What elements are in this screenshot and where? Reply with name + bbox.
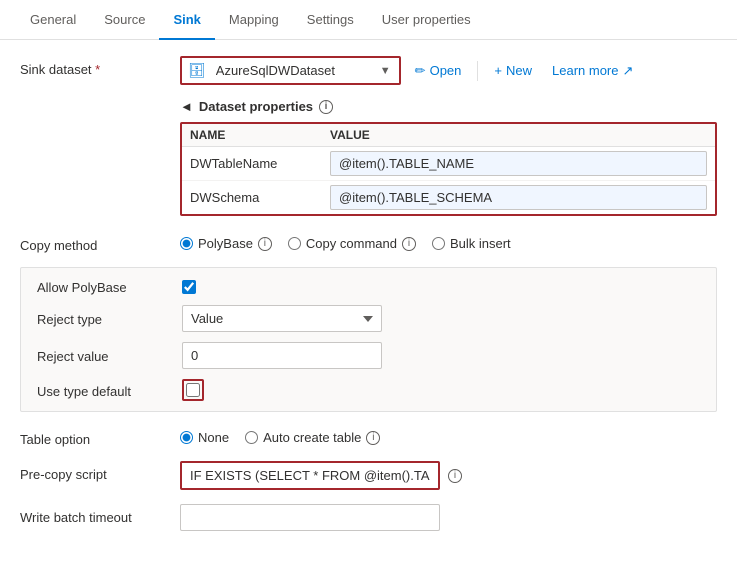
none-option[interactable]: None bbox=[180, 430, 229, 445]
col-header-name: NAME bbox=[190, 128, 330, 142]
sink-dataset-control: 🗄 AzureSqlDWDataset ▼ ✏ Open + New Learn… bbox=[180, 56, 717, 85]
allow-polybase-row: Allow PolyBase bbox=[37, 278, 700, 295]
dataset-table-header: NAME VALUE bbox=[182, 124, 715, 147]
copy-method-control: PolyBase i Copy command i Bulk insert bbox=[180, 232, 717, 251]
pre-copy-info-icon[interactable]: i bbox=[448, 469, 462, 483]
row-1-value bbox=[330, 185, 707, 210]
sink-dataset-select-wrapper: 🗄 AzureSqlDWDataset ▼ bbox=[180, 56, 401, 85]
learn-more-button[interactable]: Learn more ↗ bbox=[546, 59, 639, 83]
polybase-info-icon[interactable]: i bbox=[258, 237, 272, 251]
write-batch-timeout-row: Write batch timeout bbox=[20, 504, 717, 531]
bulk-insert-radio[interactable] bbox=[432, 237, 445, 250]
tab-source[interactable]: Source bbox=[90, 0, 159, 39]
polybase-label: PolyBase bbox=[198, 236, 253, 251]
write-batch-timeout-input[interactable] bbox=[180, 504, 440, 531]
write-batch-timeout-label: Write batch timeout bbox=[20, 504, 180, 525]
table-option-label: Table option bbox=[20, 426, 180, 447]
table-option-row: Table option None Auto create table i bbox=[20, 426, 717, 447]
table-row: DWTableName bbox=[182, 147, 715, 181]
sink-dataset-row: Sink dataset * 🗄 AzureSqlDWDataset ▼ ✏ O… bbox=[20, 56, 717, 85]
pre-copy-script-label: Pre-copy script bbox=[20, 461, 180, 482]
reject-value-label: Reject value bbox=[37, 347, 182, 364]
new-button[interactable]: + New bbox=[488, 59, 538, 82]
allow-polybase-control bbox=[182, 280, 700, 294]
use-type-default-border bbox=[182, 379, 204, 401]
copy-command-option[interactable]: Copy command i bbox=[288, 236, 416, 251]
row-1-name: DWSchema bbox=[190, 190, 330, 205]
polybase-panel: Allow PolyBase Reject type Value Percent… bbox=[20, 267, 717, 412]
table-option-radio-group: None Auto create table i bbox=[180, 426, 717, 445]
bulk-insert-option[interactable]: Bulk insert bbox=[432, 236, 511, 251]
dataset-icon: 🗄 bbox=[182, 62, 212, 79]
bulk-insert-label: Bulk insert bbox=[450, 236, 511, 251]
use-type-default-label: Use type default bbox=[37, 382, 182, 399]
row-0-name: DWTableName bbox=[190, 156, 330, 171]
plus-icon: + bbox=[494, 63, 502, 78]
copy-command-label: Copy command bbox=[306, 236, 397, 251]
auto-create-label: Auto create table bbox=[263, 430, 361, 445]
pre-copy-script-control: i bbox=[180, 461, 717, 490]
table-option-control: None Auto create table i bbox=[180, 426, 717, 445]
polybase-radio[interactable] bbox=[180, 237, 193, 250]
table-row: DWSchema bbox=[182, 181, 715, 214]
tab-bar: General Source Sink Mapping Settings Use… bbox=[0, 0, 737, 40]
pre-copy-script-input[interactable] bbox=[180, 461, 440, 490]
copy-method-label: Copy method bbox=[20, 232, 180, 253]
none-radio[interactable] bbox=[180, 431, 193, 444]
tab-settings[interactable]: Settings bbox=[293, 0, 368, 39]
reject-value-input[interactable] bbox=[182, 342, 382, 369]
write-batch-timeout-control bbox=[180, 504, 717, 531]
auto-create-radio[interactable] bbox=[245, 431, 258, 444]
dataset-properties-header: ◄ Dataset properties i bbox=[20, 99, 717, 114]
auto-create-info-icon[interactable]: i bbox=[366, 431, 380, 445]
tab-user-properties[interactable]: User properties bbox=[368, 0, 485, 39]
sink-dataset-label: Sink dataset * bbox=[20, 56, 180, 77]
allow-polybase-checkbox[interactable] bbox=[182, 280, 196, 294]
tab-general[interactable]: General bbox=[16, 0, 90, 39]
row-1-value-input[interactable] bbox=[330, 185, 707, 210]
allow-polybase-checkbox-wrap bbox=[182, 280, 700, 294]
none-label: None bbox=[198, 430, 229, 445]
row-0-value bbox=[330, 151, 707, 176]
auto-create-option[interactable]: Auto create table i bbox=[245, 430, 380, 445]
copy-method-radio-group: PolyBase i Copy command i Bulk insert bbox=[180, 232, 717, 251]
collapse-arrow-icon[interactable]: ◄ bbox=[180, 99, 193, 114]
polybase-option[interactable]: PolyBase i bbox=[180, 236, 272, 251]
tab-sink[interactable]: Sink bbox=[159, 0, 214, 39]
reject-type-select[interactable]: Value Percentage bbox=[182, 305, 382, 332]
allow-polybase-label: Allow PolyBase bbox=[37, 278, 182, 295]
col-header-value: VALUE bbox=[330, 128, 707, 142]
dataset-properties-table: NAME VALUE DWTableName DWSchema bbox=[180, 122, 717, 216]
use-type-default-row: Use type default bbox=[37, 379, 700, 401]
pre-copy-script-row: Pre-copy script i bbox=[20, 461, 717, 490]
divider bbox=[477, 61, 478, 81]
main-content: Sink dataset * 🗄 AzureSqlDWDataset ▼ ✏ O… bbox=[0, 40, 737, 561]
reject-type-row: Reject type Value Percentage bbox=[37, 305, 700, 332]
reject-type-label: Reject type bbox=[37, 310, 182, 327]
external-link-icon: ↗ bbox=[622, 63, 633, 79]
reject-value-row: Reject value bbox=[37, 342, 700, 369]
reject-type-control: Value Percentage bbox=[182, 305, 700, 332]
use-type-default-checkbox[interactable] bbox=[186, 383, 200, 397]
sink-dataset-select[interactable]: AzureSqlDWDataset bbox=[212, 58, 372, 83]
row-0-value-input[interactable] bbox=[330, 151, 707, 176]
tab-mapping[interactable]: Mapping bbox=[215, 0, 293, 39]
open-button[interactable]: ✏ Open bbox=[409, 59, 468, 83]
copy-command-info-icon[interactable]: i bbox=[402, 237, 416, 251]
precopy-input-wrap: i bbox=[180, 461, 717, 490]
reject-value-control bbox=[182, 342, 700, 369]
copy-method-row: Copy method PolyBase i Copy command i Bu… bbox=[20, 232, 717, 253]
copy-command-radio[interactable] bbox=[288, 237, 301, 250]
use-type-default-control bbox=[182, 379, 700, 401]
chevron-down-icon: ▼ bbox=[372, 65, 399, 77]
info-icon[interactable]: i bbox=[319, 100, 333, 114]
pencil-icon: ✏ bbox=[415, 63, 426, 79]
